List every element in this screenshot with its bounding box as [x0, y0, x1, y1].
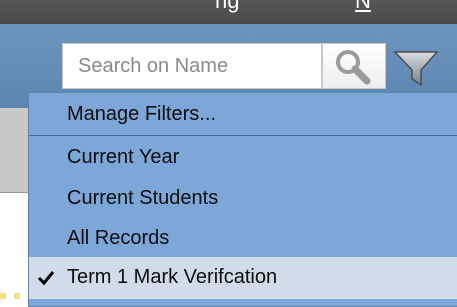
filter-item-label: Term 1 Mark Verifcation: [67, 266, 278, 288]
menu-separator: [29, 135, 457, 136]
title-bar: ng N: [0, 0, 457, 24]
filter-item-current-year[interactable]: Current Year: [29, 137, 457, 178]
manage-filters-label: Manage Filters...: [67, 103, 216, 125]
search-placeholder: Search on Name: [78, 55, 229, 77]
filter-item-label: All Records: [67, 227, 170, 249]
background-content: [0, 192, 28, 302]
search-input[interactable]: Search on Name: [62, 43, 322, 89]
manage-filters-item[interactable]: Manage Filters...: [29, 93, 457, 135]
search-button[interactable]: [322, 43, 386, 89]
checkmark-icon: [37, 271, 55, 286]
filter-item-all-records[interactable]: All Records: [29, 218, 457, 259]
filter-item-label: Current Students: [67, 187, 219, 209]
search-icon: [336, 50, 371, 85]
filter-menu: Manage Filters... Current Year Current S…: [28, 92, 457, 307]
divider: [0, 192, 28, 193]
filter-item-current-students[interactable]: Current Students: [29, 178, 457, 219]
filter-icon: [393, 51, 439, 87]
background-row-edge: [0, 293, 28, 299]
filter-button[interactable]: [391, 43, 441, 89]
background-panel: [0, 108, 28, 192]
title-underlined-fragment: N: [355, 0, 371, 13]
filter-item-term-1-mark-verification[interactable]: Term 1 Mark Verifcation: [29, 257, 457, 299]
filter-item-label: Current Year: [67, 146, 180, 168]
title-fragment: ng: [215, 0, 240, 13]
